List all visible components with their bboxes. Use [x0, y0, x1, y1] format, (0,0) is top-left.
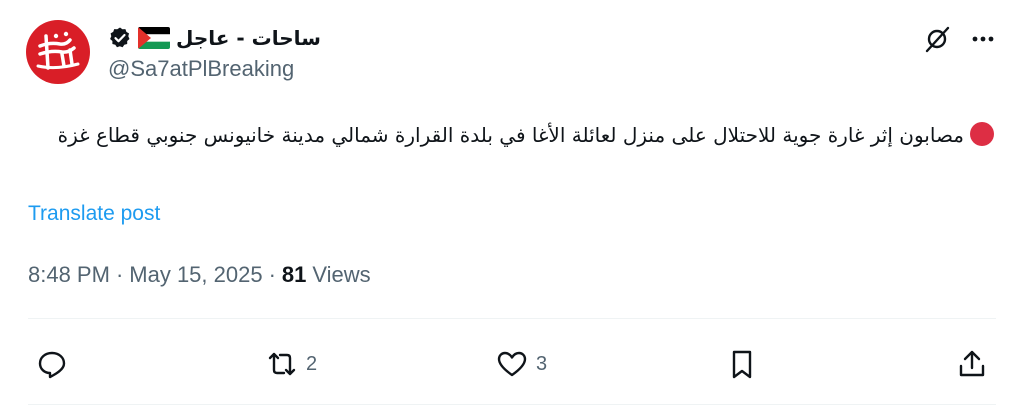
grok-icon[interactable]: [922, 24, 952, 54]
tweet-time[interactable]: 8:48 PM: [28, 262, 110, 288]
reply-icon: [38, 351, 66, 379]
red-circle-emoji-icon: [970, 122, 994, 146]
avatar[interactable]: [26, 20, 90, 84]
retweet-icon: [268, 352, 296, 376]
share-icon: [959, 350, 985, 377]
tweet: ساحات - عاجل @Sa7atPlBreaking مصابون إثر…: [0, 0, 1024, 406]
avatar-logo-icon: [36, 31, 80, 70]
account-handle[interactable]: @Sa7atPlBreaking: [108, 56, 294, 82]
meta-separator: ·: [268, 262, 276, 287]
meta-separator: ·: [115, 262, 124, 287]
bookmark-button[interactable]: [726, 346, 766, 382]
action-bar: 2 3: [0, 346, 1024, 382]
views-label: Views: [312, 262, 371, 287]
verified-badge-icon: [110, 27, 130, 48]
like-button[interactable]: 3: [496, 346, 547, 382]
retweet-count: 2: [306, 352, 318, 375]
display-name[interactable]: ساحات - عاجل: [176, 26, 321, 50]
retweet-button[interactable]: 2: [266, 346, 317, 382]
reply-button[interactable]: [36, 346, 76, 382]
translate-post-link[interactable]: Translate post: [28, 202, 160, 226]
views-count: 81: [281, 262, 307, 287]
tweet-text-content: مصابون إثر غارة جوية للاحتلال على منزل ل…: [57, 123, 964, 147]
tweet-date[interactable]: May 15, 2025: [129, 262, 262, 288]
tweet-meta: 8:48 PM · May 15, 2025 · 81 Views: [28, 262, 371, 288]
bookmark-icon: [732, 350, 752, 379]
palestine-flag-icon: [138, 27, 170, 49]
share-button[interactable]: [956, 346, 996, 382]
divider: [28, 318, 996, 319]
more-options-icon[interactable]: [968, 24, 998, 54]
like-count: 3: [536, 352, 548, 375]
heart-icon: [497, 351, 527, 377]
tweet-text: مصابون إثر غارة جوية للاحتلال على منزل ل…: [30, 116, 994, 154]
divider: [28, 404, 996, 405]
account-name-row[interactable]: ساحات - عاجل: [108, 22, 321, 54]
